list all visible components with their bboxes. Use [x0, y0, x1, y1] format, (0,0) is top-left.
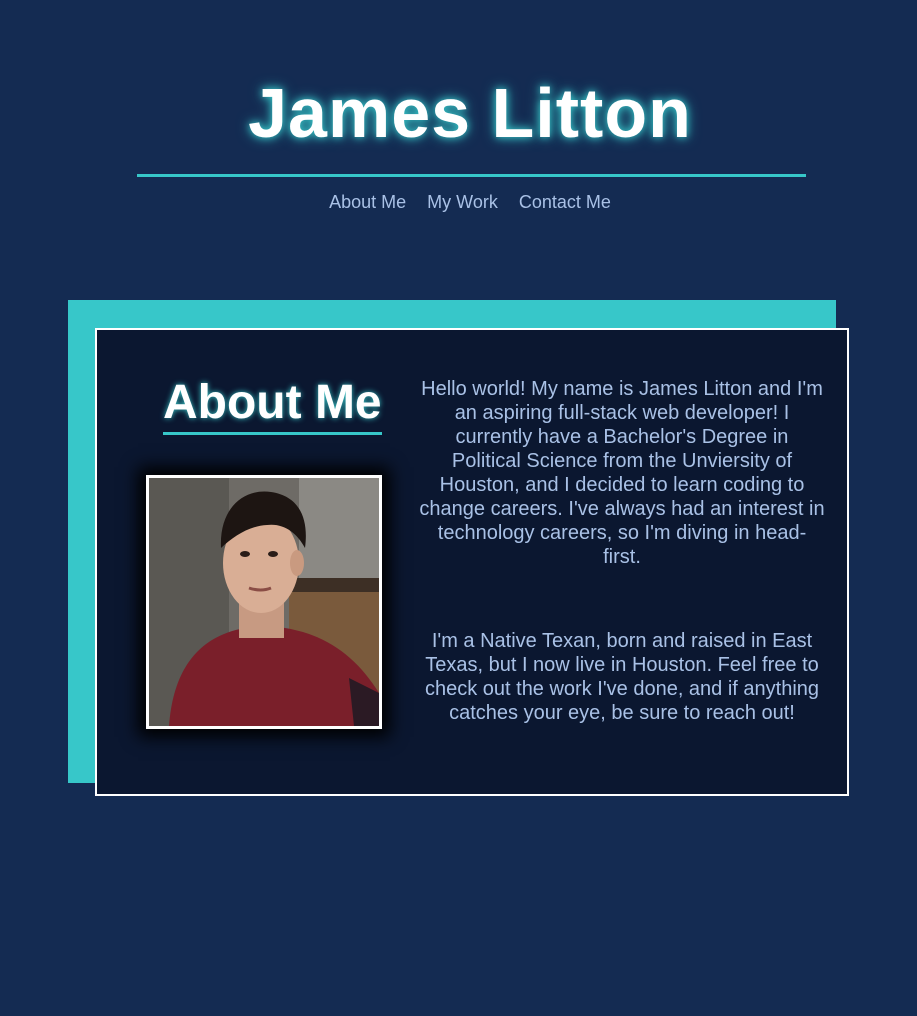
- nav-contact-me[interactable]: Contact Me: [519, 192, 611, 212]
- nav-my-work[interactable]: My Work: [427, 192, 498, 212]
- bio-paragraph-2: I'm a Native Texan, born and raised in E…: [424, 630, 820, 724]
- site-title: James Litton: [248, 74, 692, 152]
- about-card: About Me Hello world! My name is James L…: [95, 328, 849, 796]
- about-heading: About Me: [163, 376, 382, 435]
- nav-about-me[interactable]: About Me: [329, 192, 406, 212]
- header-divider: [137, 174, 806, 177]
- bio-paragraph-1: Hello world! My name is James Litton and…: [419, 378, 825, 568]
- portrait-photo: [146, 475, 382, 729]
- main-nav: About Me My Work Contact Me: [0, 191, 917, 213]
- portrait-illustration: [149, 478, 379, 726]
